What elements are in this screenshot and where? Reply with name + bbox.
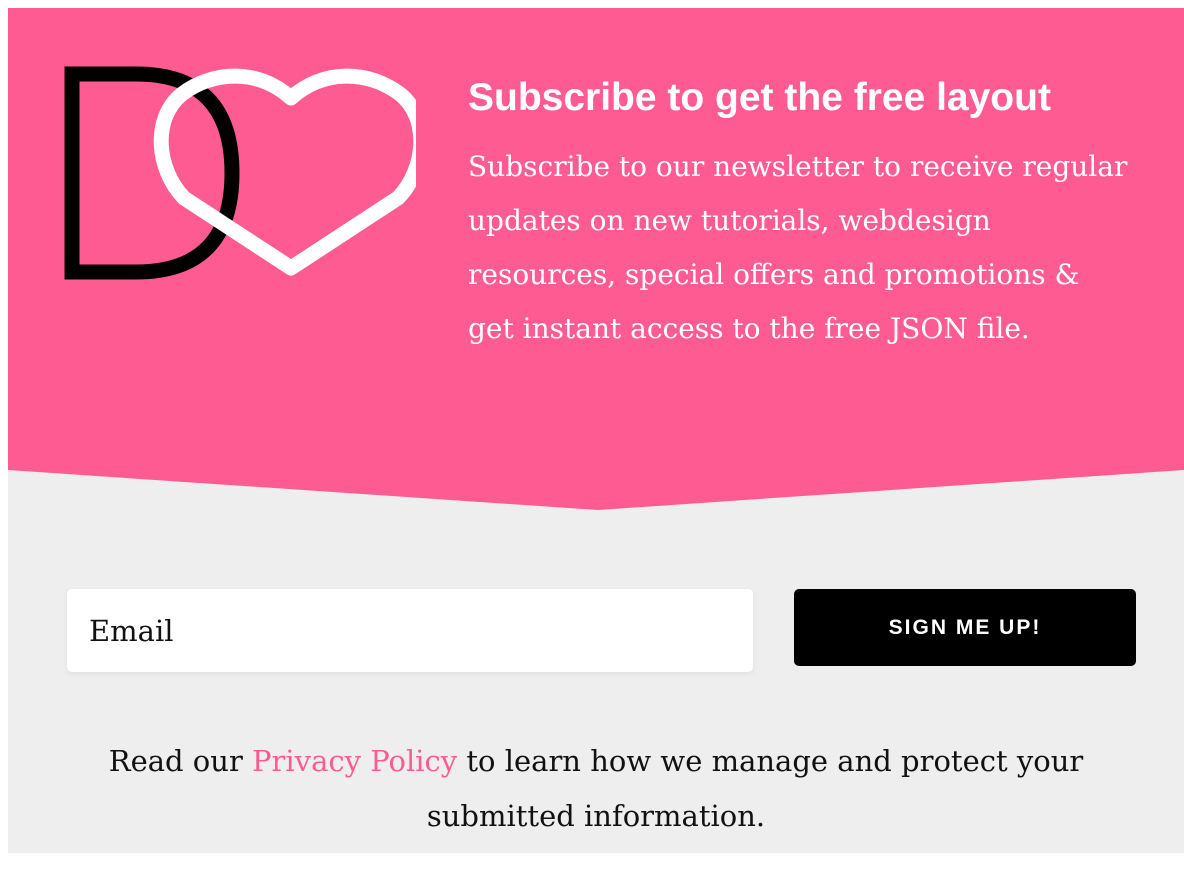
newsletter-description: Subscribe to our newsletter to receive r…: [468, 150, 1128, 345]
d-heart-logo-icon: [64, 66, 416, 280]
sign-up-button[interactable]: SIGN ME UP!: [794, 589, 1136, 666]
headline: Subscribe to get the free layout: [468, 76, 1051, 119]
email-input[interactable]: [67, 589, 753, 672]
privacy-text-before: Read our: [108, 744, 253, 778]
hero-banner: Subscribe to get the free layout Subscri…: [8, 8, 1184, 513]
privacy-notice: Read our Privacy Policy to learn how we …: [48, 734, 1144, 844]
subscribe-card: Subscribe to get the free layout Subscri…: [8, 8, 1184, 853]
privacy-policy-link[interactable]: Privacy Policy: [252, 744, 457, 778]
privacy-text-after: to learn how we manage and protect your …: [426, 744, 1084, 833]
